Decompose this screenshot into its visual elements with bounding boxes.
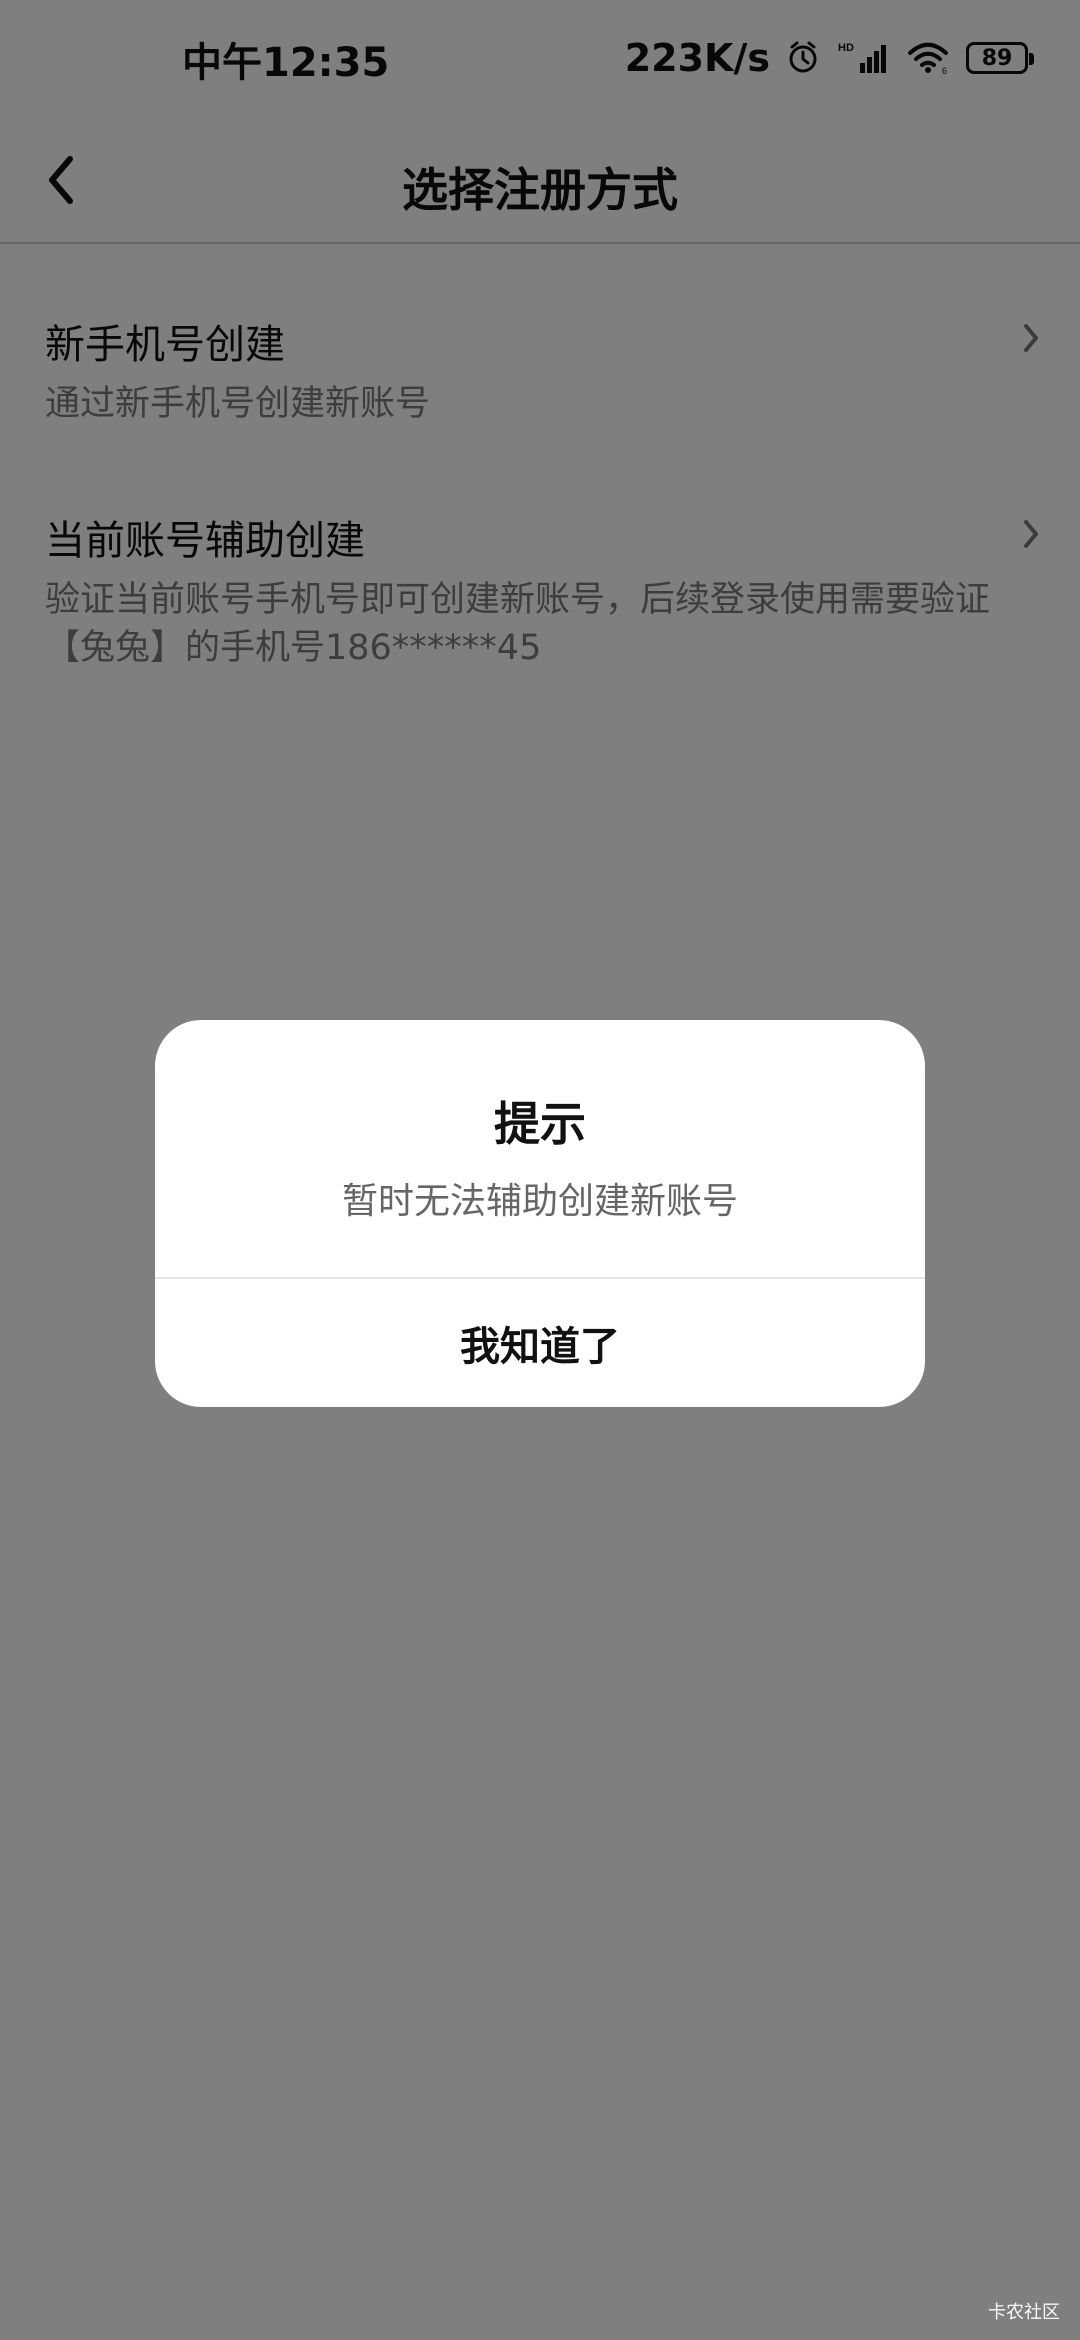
watermark: 卡农社区 bbox=[988, 2302, 1060, 2323]
acknowledge-button[interactable]: 我知道了 bbox=[155, 1279, 925, 1407]
alert-dialog: 提示 暂时无法辅助创建新账号 我知道了 bbox=[155, 1020, 925, 1407]
dialog-title: 提示 bbox=[494, 1097, 586, 1151]
dialog-message: 暂时无法辅助创建新账号 bbox=[341, 1181, 738, 1222]
